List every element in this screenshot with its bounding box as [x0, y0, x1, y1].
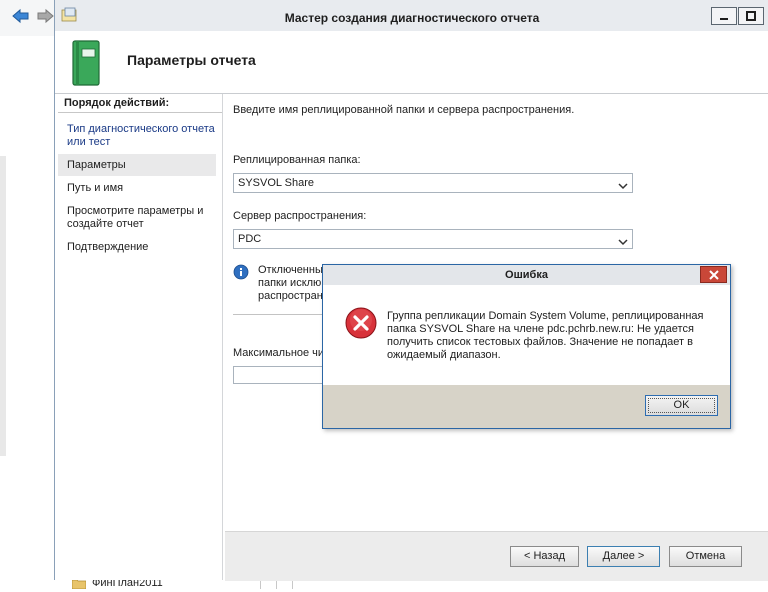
wizard-title: Мастер создания диагностического отчета	[284, 11, 540, 25]
error-dialog: Ошибка Группа репликации Domain System V…	[322, 264, 731, 429]
sidebar-divider	[58, 112, 222, 113]
step-confirmation[interactable]: Подтверждение	[67, 241, 215, 254]
steps-sidebar: Порядок действий: Тип диагностического о…	[58, 94, 223, 580]
section-divider	[233, 314, 323, 315]
info-text-line: Отключенны	[258, 264, 322, 276]
step-path-name[interactable]: Путь и имя	[67, 182, 215, 195]
back-button[interactable]: < Назад	[510, 546, 579, 567]
error-titlebar[interactable]: Ошибка	[323, 265, 730, 285]
next-button[interactable]: Далее >	[587, 546, 660, 567]
maximize-button[interactable]	[738, 7, 764, 25]
error-message: Группа репликации Domain System Volume, …	[387, 310, 704, 361]
cancel-button[interactable]: Отмена	[669, 546, 742, 567]
error-title: Ошибка	[505, 269, 548, 281]
intro-text: Введите имя реплицированной папки и серв…	[233, 104, 575, 116]
server-label: Сервер распространения:	[233, 210, 367, 222]
server-value: PDC	[238, 233, 262, 245]
replicated-folder-value: SYSVOL Share	[238, 177, 315, 189]
explorer-scrollbar[interactable]	[0, 156, 6, 456]
page-title: Параметры отчета	[127, 52, 256, 68]
back-arrow-icon[interactable]	[12, 8, 30, 24]
chevron-down-icon	[618, 235, 628, 246]
error-body: Группа репликации Domain System Volume, …	[323, 285, 730, 385]
chevron-down-icon	[618, 179, 628, 190]
server-dropdown[interactable]: PDC	[233, 229, 633, 249]
step-review[interactable]: Просмотрите параметры и создайте отчет	[67, 205, 215, 231]
sidebar-title: Порядок действий:	[64, 97, 170, 109]
focus-rect	[648, 398, 715, 413]
ok-button[interactable]: OK	[645, 395, 718, 416]
step-parameters[interactable]: Параметры	[58, 154, 216, 176]
minimize-button[interactable]	[711, 7, 737, 25]
close-button[interactable]	[700, 266, 727, 283]
info-text-line: распростран	[258, 290, 322, 302]
step-report-type[interactable]: Тип диагностического отчета или тест	[67, 123, 215, 149]
error-icon	[345, 307, 377, 339]
replicated-folder-label: Реплицированная папка:	[233, 154, 361, 166]
close-icon	[708, 270, 719, 280]
wizard-footer: < Назад Далее > Отмена	[225, 531, 768, 581]
replicated-folder-dropdown[interactable]: SYSVOL Share	[233, 173, 633, 193]
info-text-line: папки исклю	[258, 277, 322, 289]
report-book-icon	[71, 39, 101, 87]
max-files-label: Максимальное чи	[233, 347, 323, 359]
info-text: Отключенны папки исклю распростран	[258, 264, 322, 303]
wizard-titlebar[interactable]: Мастер создания диагностического отчета	[55, 0, 768, 32]
explorer-nav-pane	[0, 36, 55, 589]
forward-arrow-icon[interactable]	[36, 8, 54, 24]
info-icon	[233, 264, 249, 280]
max-files-input[interactable]	[233, 366, 323, 384]
